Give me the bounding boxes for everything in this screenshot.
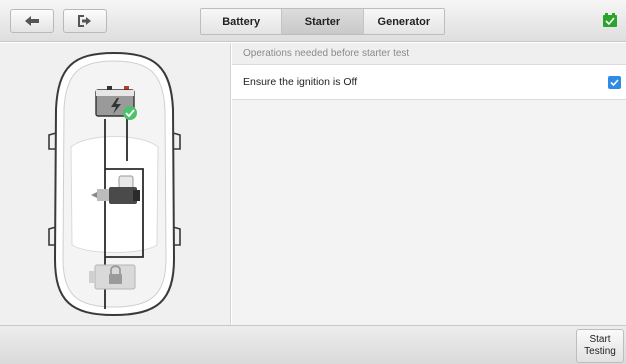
checkmark-icon: [610, 78, 619, 86]
top-toolbar: Battery Starter Generator: [0, 0, 626, 42]
checklist-item[interactable]: Ensure the ignition is Off: [232, 65, 626, 100]
back-button[interactable]: [10, 9, 54, 33]
start-testing-button[interactable]: Start Testing: [576, 329, 624, 363]
exit-button[interactable]: [63, 9, 107, 33]
section-header: Operations needed before starter test: [232, 43, 626, 65]
check-icon: [123, 106, 137, 120]
battery-ok-icon: [603, 13, 617, 27]
precondition-panel: Operations needed before starter test En…: [232, 43, 626, 325]
test-tabs: Battery Starter Generator: [200, 8, 445, 35]
vehicle-diagram-panel: [0, 43, 231, 325]
exit-icon: [78, 15, 91, 27]
start-testing-label: Start Testing: [584, 334, 616, 357]
engine-lock-icon: [89, 264, 136, 290]
bottom-toolbar: Start Testing: [0, 325, 626, 364]
tab-starter[interactable]: Starter: [282, 9, 364, 34]
tab-battery[interactable]: Battery: [201, 9, 283, 34]
checkbox[interactable]: [608, 75, 621, 89]
car-outline-icon: [48, 51, 181, 317]
tab-generator[interactable]: Generator: [363, 9, 444, 34]
arrow-left-icon: [25, 16, 39, 26]
checklist-item-label: Ensure the ignition is Off: [243, 76, 358, 88]
